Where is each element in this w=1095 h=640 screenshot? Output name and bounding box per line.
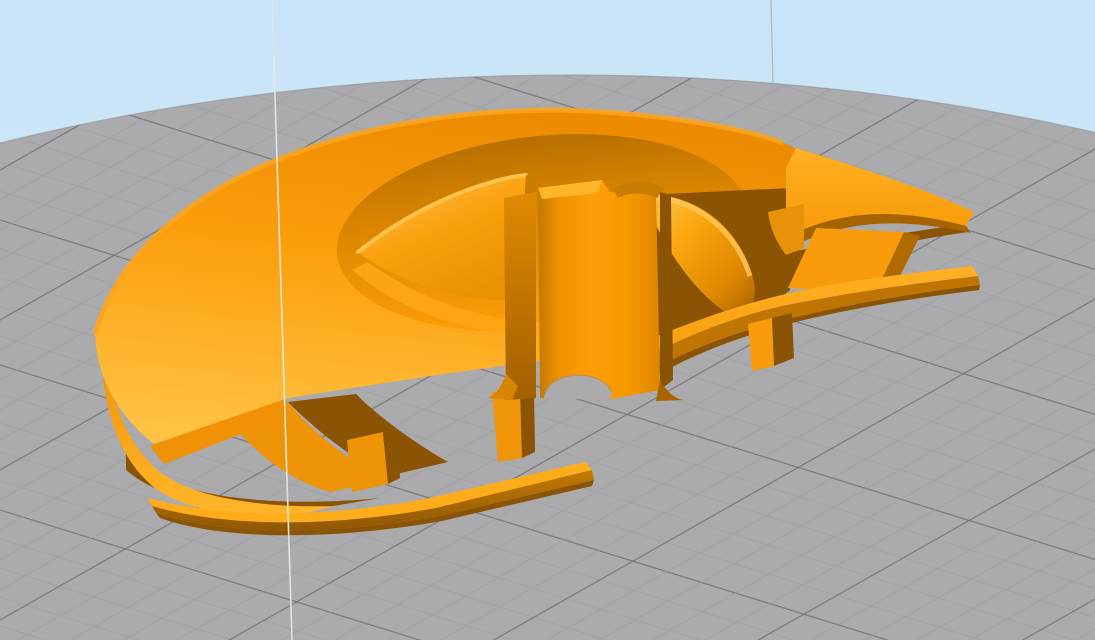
model-foot-right-face [748, 318, 774, 371]
scene-canvas[interactable] [0, 0, 1095, 640]
model-hub-right-shadow [660, 192, 673, 390]
model-foot-right-side [772, 313, 794, 366]
slicer-3d-viewport[interactable] [0, 0, 1095, 640]
model-hub-cut-face [538, 180, 660, 400]
model-foot-left-face [347, 432, 388, 492]
model-hub-left-column [504, 192, 536, 400]
